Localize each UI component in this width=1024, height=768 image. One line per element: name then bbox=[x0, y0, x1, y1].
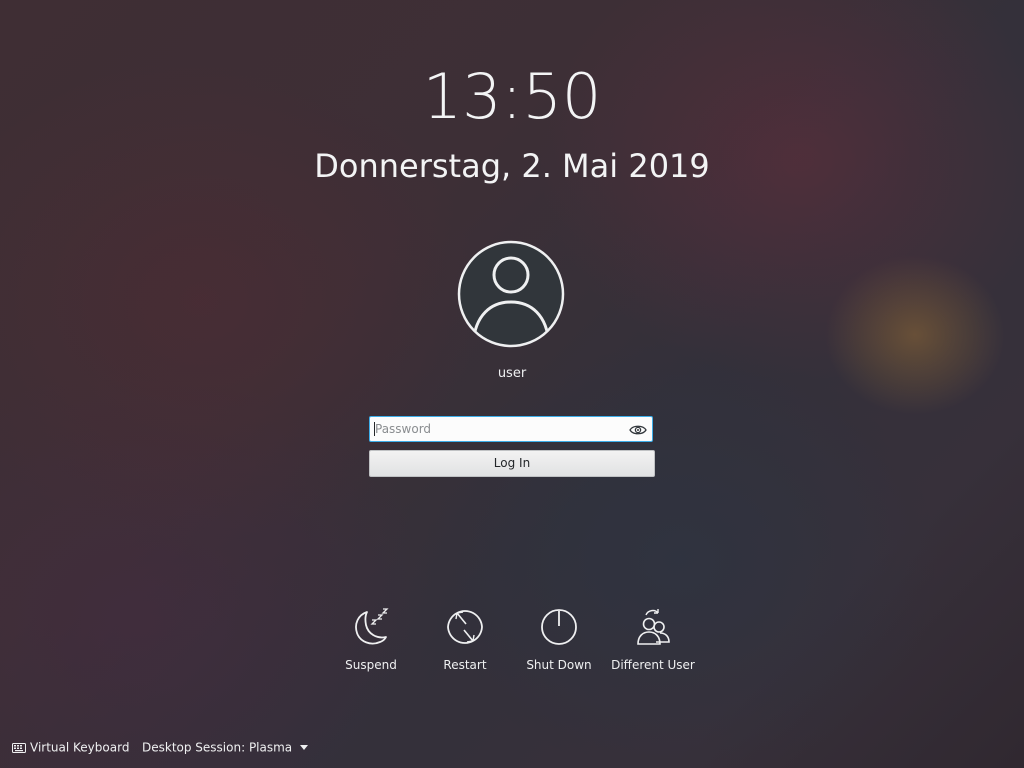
chevron-down-icon bbox=[300, 745, 309, 750]
moon-sleep-icon bbox=[355, 608, 389, 645]
log-in-button[interactable]: Log In bbox=[369, 450, 655, 477]
suspend-button[interactable]: Suspend bbox=[321, 606, 421, 672]
different-user-label: Different User bbox=[611, 658, 695, 672]
username-label: user bbox=[497, 366, 527, 381]
user-avatar-icon bbox=[457, 240, 565, 348]
eye-icon[interactable] bbox=[629, 422, 647, 436]
password-input[interactable] bbox=[370, 417, 620, 441]
clock-date: Donnerstag, 2. Mai 2019 bbox=[314, 147, 710, 185]
power-actions: Suspend Restart Shut Down Different User bbox=[0, 606, 1024, 686]
power-icon bbox=[541, 609, 577, 645]
virtual-keyboard-button[interactable]: Virtual Keyboard bbox=[12, 740, 129, 755]
virtual-keyboard-label: Virtual Keyboard bbox=[30, 740, 130, 755]
text-cursor bbox=[374, 422, 375, 436]
restart-icon bbox=[447, 610, 483, 644]
desktop-session-dropdown[interactable]: Desktop Session: Plasma bbox=[142, 740, 309, 755]
switch-user-icon bbox=[637, 609, 670, 645]
shut-down-button[interactable]: Shut Down bbox=[509, 606, 609, 672]
restart-label: Restart bbox=[443, 658, 487, 672]
different-user-button[interactable]: Different User bbox=[603, 606, 703, 672]
keyboard-icon bbox=[12, 742, 26, 753]
password-field-container bbox=[369, 416, 653, 442]
user-avatar[interactable] bbox=[457, 240, 565, 348]
restart-button[interactable]: Restart bbox=[415, 606, 515, 672]
desktop-session-label: Desktop Session: Plasma bbox=[142, 740, 293, 755]
shut-down-label: Shut Down bbox=[526, 658, 592, 672]
suspend-label: Suspend bbox=[345, 658, 397, 672]
clock-time: 13:50 bbox=[422, 60, 602, 133]
